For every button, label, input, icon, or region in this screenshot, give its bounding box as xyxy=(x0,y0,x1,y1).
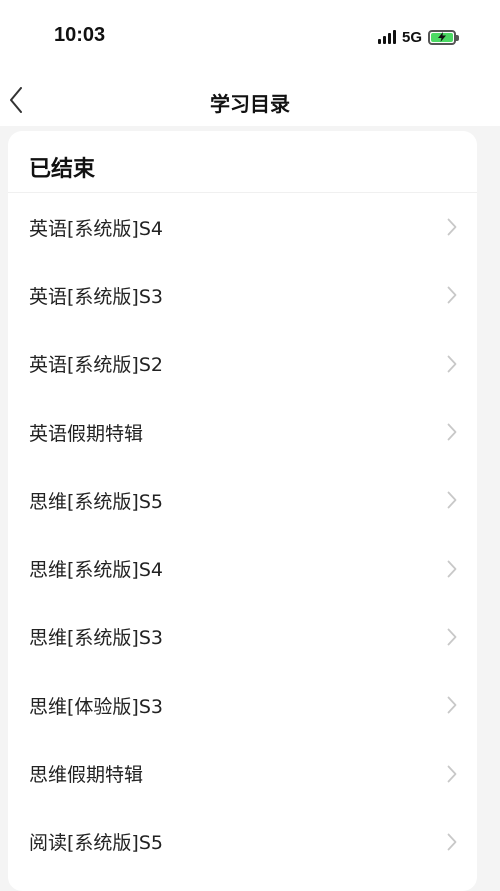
list-item-label: 英语[系统版]S4 xyxy=(29,217,163,240)
battery-charging-icon xyxy=(428,29,459,45)
chevron-right-icon xyxy=(447,560,457,578)
list-item-label: 英语[系统版]S2 xyxy=(29,354,163,377)
chevron-right-icon xyxy=(447,491,457,509)
section-title: 已结束 xyxy=(8,131,477,193)
list-item[interactable]: 英语[系统版]S4 xyxy=(8,193,477,261)
list-item[interactable]: 思维[系统版]S5 xyxy=(8,466,477,534)
nav-bar: 学习目录 xyxy=(0,74,500,126)
list-item-label: 阅读[系统版]S5 xyxy=(29,832,163,855)
list-item[interactable]: 思维[体验版]S3 xyxy=(8,671,477,739)
list-item-label: 思维[系统版]S3 xyxy=(29,627,163,650)
chevron-right-icon xyxy=(447,423,457,441)
list-item[interactable]: 思维假期特辑 xyxy=(8,739,477,807)
status-time: 10:03 xyxy=(54,24,106,46)
list-item-label: 思维[体验版]S3 xyxy=(29,695,163,718)
list-item[interactable]: 英语[系统版]S3 xyxy=(8,261,477,329)
page-title: 学习目录 xyxy=(210,92,290,116)
status-bar: 10:03 5G xyxy=(0,0,500,74)
list-item-label: 思维[系统版]S5 xyxy=(29,490,163,513)
chevron-right-icon xyxy=(447,628,457,646)
chevron-right-icon xyxy=(447,355,457,373)
list-item[interactable]: 思维[系统版]S3 xyxy=(8,603,477,671)
chevron-right-icon xyxy=(447,696,457,714)
list-item-label: 思维[系统版]S4 xyxy=(29,559,163,582)
chevron-right-icon xyxy=(447,765,457,782)
list-item[interactable]: 英语假期特辑 xyxy=(8,398,477,466)
bolt-icon xyxy=(438,32,446,42)
list-item-label: 思维假期特辑 xyxy=(29,764,144,787)
status-indicators: 5G xyxy=(377,26,459,48)
list-item-label: 英语假期特辑 xyxy=(29,422,144,445)
list-item[interactable]: 阅读[系统版]S5 xyxy=(8,808,477,876)
course-list: 英语[系统版]S4 英语[系统版]S3 英语[系统版]S2 英语假期特辑 思维[系统版]… xyxy=(8,193,477,876)
chevron-right-icon xyxy=(447,287,457,304)
list-item-label: 英语[系统版]S3 xyxy=(29,285,163,308)
list-item[interactable]: 思维[系统版]S4 xyxy=(8,534,477,602)
chevron-right-icon xyxy=(447,218,457,236)
network-label: 5G xyxy=(401,28,422,46)
signal-icon xyxy=(377,30,396,44)
list-item[interactable]: 英语[系统版]S2 xyxy=(8,330,477,398)
course-list-card: 已结束 英语[系统版]S4 英语[系统版]S3 英语[系统版]S2 英语假期特辑 思维[… xyxy=(8,131,477,891)
chevron-right-icon xyxy=(447,833,457,851)
